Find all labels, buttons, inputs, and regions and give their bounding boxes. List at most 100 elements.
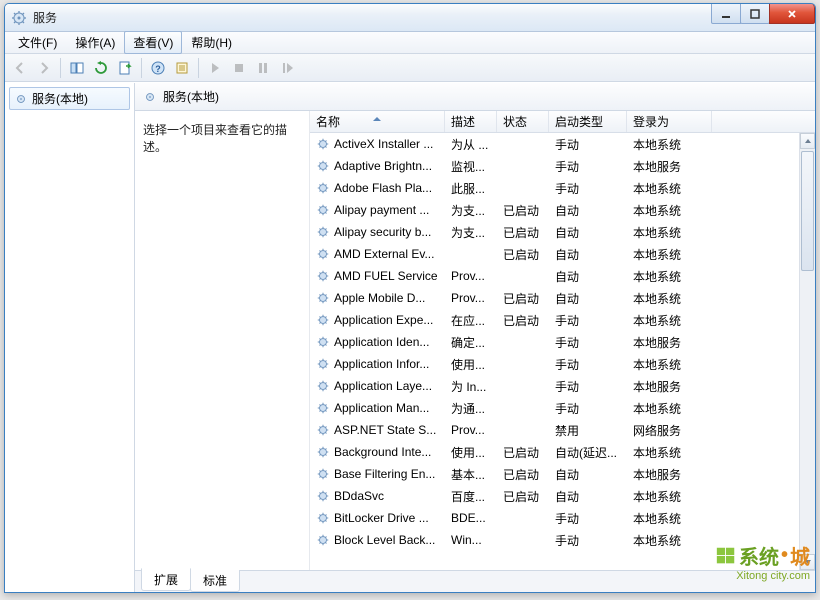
cell-logon: 本地服务 xyxy=(627,334,712,351)
show-hide-tree-button[interactable] xyxy=(66,57,88,79)
table-row[interactable]: BDdaSvc百度...已启动自动本地系统 xyxy=(310,485,815,507)
console-tree: 服务(本地) xyxy=(5,83,135,592)
table-row[interactable]: BitLocker Drive ...BDE...手动本地系统 xyxy=(310,507,815,529)
table-row[interactable]: Adobe Flash Pla...此服...手动本地系统 xyxy=(310,177,815,199)
table-row[interactable]: AMD External Ev...已启动自动本地系统 xyxy=(310,243,815,265)
cell-name: Apple Mobile D... xyxy=(310,291,445,305)
scroll-down-button[interactable] xyxy=(800,554,815,570)
table-row[interactable]: Application Expe...在应...已启动手动本地系统 xyxy=(310,309,815,331)
restart-service-button[interactable] xyxy=(276,57,298,79)
window-title: 服务 xyxy=(33,9,712,26)
table-row[interactable]: Apple Mobile D...Prov...已启动自动本地系统 xyxy=(310,287,815,309)
cell-desc: 为通... xyxy=(445,400,497,417)
menu-view[interactable]: 查看(V) xyxy=(124,31,182,54)
tab-extended[interactable]: 扩展 xyxy=(141,568,191,591)
cell-startup: 手动 xyxy=(549,158,627,175)
menu-action[interactable]: 操作(A) xyxy=(66,31,124,54)
cell-startup: 手动 xyxy=(549,532,627,549)
cell-status: 已启动 xyxy=(497,290,549,307)
content: 选择一个项目来查看它的描述。 名称 描述 状态 启动类型 登录为 ActiveX… xyxy=(135,111,815,570)
cell-logon: 本地系统 xyxy=(627,290,712,307)
table-row[interactable]: Block Level Back...Win...手动本地系统 xyxy=(310,529,815,551)
cell-name: AMD FUEL Service xyxy=(310,269,445,283)
titlebar[interactable]: 服务 xyxy=(5,4,815,32)
cell-name: Block Level Back... xyxy=(310,533,445,547)
cell-desc: 基本... xyxy=(445,466,497,483)
refresh-button[interactable] xyxy=(90,57,112,79)
col-desc[interactable]: 描述 xyxy=(445,111,497,132)
tree-item-services-local[interactable]: 服务(本地) xyxy=(9,87,130,110)
cell-startup: 自动 xyxy=(549,246,627,263)
close-button[interactable] xyxy=(769,4,815,24)
cell-name: Application Expe... xyxy=(310,313,445,327)
start-service-button[interactable] xyxy=(204,57,226,79)
table-row[interactable]: ActiveX Installer ...为从 ...手动本地系统 xyxy=(310,133,815,155)
cell-name: Application Iden... xyxy=(310,335,445,349)
col-startup[interactable]: 启动类型 xyxy=(549,111,627,132)
cell-logon: 本地系统 xyxy=(627,510,712,527)
cell-name: BitLocker Drive ... xyxy=(310,511,445,525)
table-row[interactable]: Application Infor...使用...手动本地系统 xyxy=(310,353,815,375)
maximize-button[interactable] xyxy=(740,4,770,24)
cell-desc: 为 In... xyxy=(445,378,497,395)
description-text: 选择一个项目来查看它的描述。 xyxy=(143,123,287,154)
table-row[interactable]: Alipay payment ...为支...已启动自动本地系统 xyxy=(310,199,815,221)
table-row[interactable]: Base Filtering En...基本...已启动自动本地服务 xyxy=(310,463,815,485)
cell-startup: 自动 xyxy=(549,202,627,219)
col-logon[interactable]: 登录为 xyxy=(627,111,712,132)
tab-standard[interactable]: 标准 xyxy=(190,570,240,592)
cell-desc: Prov... xyxy=(445,423,497,437)
cell-startup: 手动 xyxy=(549,136,627,153)
minimize-button[interactable] xyxy=(711,4,741,24)
help-button[interactable]: ? xyxy=(147,57,169,79)
cell-desc: 为支... xyxy=(445,224,497,241)
toolbar-separator xyxy=(198,58,199,78)
pause-service-button[interactable] xyxy=(252,57,274,79)
body: 服务(本地) 服务(本地) 选择一个项目来查看它的描述。 名称 描述 状态 启动… xyxy=(5,82,815,592)
cell-logon: 本地服务 xyxy=(627,378,712,395)
scroll-up-button[interactable] xyxy=(800,133,815,149)
vertical-scrollbar[interactable] xyxy=(799,133,815,570)
cell-logon: 本地系统 xyxy=(627,444,712,461)
export-list-button[interactable] xyxy=(114,57,136,79)
forward-button[interactable] xyxy=(33,57,55,79)
col-status[interactable]: 状态 xyxy=(497,111,549,132)
menu-help[interactable]: 帮助(H) xyxy=(182,31,241,54)
description-pane: 选择一个项目来查看它的描述。 xyxy=(135,111,310,570)
table-row[interactable]: Adaptive Brightn...监视...手动本地服务 xyxy=(310,155,815,177)
properties-button[interactable] xyxy=(171,57,193,79)
cell-name: ASP.NET State S... xyxy=(310,423,445,437)
cell-desc: 监视... xyxy=(445,158,497,175)
cell-desc: 为支... xyxy=(445,202,497,219)
table-row[interactable]: Background Inte...使用...已启动自动(延迟...本地系统 xyxy=(310,441,815,463)
cell-name: Application Man... xyxy=(310,401,445,415)
cell-desc: 为从 ... xyxy=(445,136,497,153)
cell-startup: 手动 xyxy=(549,356,627,373)
table-row[interactable]: Application Iden...确定...手动本地服务 xyxy=(310,331,815,353)
table-row[interactable]: Application Laye...为 In...手动本地服务 xyxy=(310,375,815,397)
col-name[interactable]: 名称 xyxy=(310,111,445,132)
scroll-thumb[interactable] xyxy=(801,151,814,271)
cell-status: 已启动 xyxy=(497,488,549,505)
cell-name: Application Laye... xyxy=(310,379,445,393)
cell-desc: 使用... xyxy=(445,444,497,461)
cell-status: 已启动 xyxy=(497,202,549,219)
table-row[interactable]: ASP.NET State S...Prov...禁用网络服务 xyxy=(310,419,815,441)
cell-logon: 本地服务 xyxy=(627,466,712,483)
table-row[interactable]: Alipay security b...为支...已启动自动本地系统 xyxy=(310,221,815,243)
stop-service-button[interactable] xyxy=(228,57,250,79)
toolbar: ? xyxy=(5,54,815,82)
cell-logon: 本地系统 xyxy=(627,356,712,373)
cell-startup: 手动 xyxy=(549,400,627,417)
table-header: 名称 描述 状态 启动类型 登录为 xyxy=(310,111,815,133)
cell-name: Base Filtering En... xyxy=(310,467,445,481)
cell-startup: 手动 xyxy=(549,334,627,351)
cell-startup: 自动 xyxy=(549,290,627,307)
menu-file[interactable]: 文件(F) xyxy=(9,31,66,54)
services-table: 名称 描述 状态 启动类型 登录为 ActiveX Installer ...为… xyxy=(310,111,815,570)
table-body[interactable]: ActiveX Installer ...为从 ...手动本地系统Adaptiv… xyxy=(310,133,815,570)
cell-desc: BDE... xyxy=(445,511,497,525)
table-row[interactable]: Application Man...为通...手动本地系统 xyxy=(310,397,815,419)
back-button[interactable] xyxy=(9,57,31,79)
table-row[interactable]: AMD FUEL ServiceProv...自动本地系统 xyxy=(310,265,815,287)
